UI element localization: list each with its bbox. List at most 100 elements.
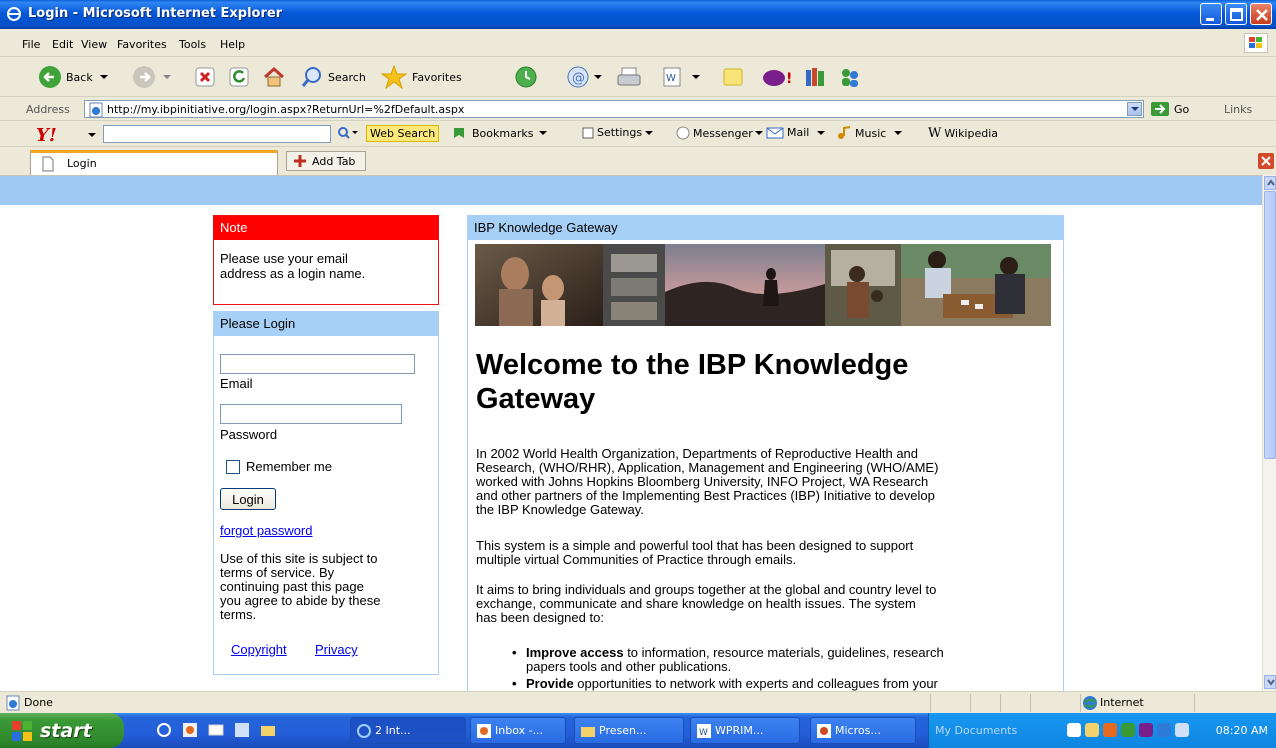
- scroll-up-button[interactable]: [1264, 176, 1276, 190]
- tray-yahoo-icon[interactable]: [1139, 723, 1153, 737]
- show-desktop-icon[interactable]: [208, 722, 224, 738]
- ie-icon[interactable]: [156, 722, 172, 738]
- maximize-button[interactable]: [1225, 3, 1247, 25]
- close-tab-button[interactable]: [1258, 153, 1274, 169]
- tray-outlook-icon[interactable]: [1067, 723, 1081, 737]
- mail-link[interactable]: Mail: [766, 126, 826, 139]
- note-line: Please use your email: [220, 251, 348, 266]
- remember-me-label[interactable]: Remember me: [246, 459, 332, 474]
- terms-line: terms of service. By: [220, 565, 335, 580]
- outlook-icon[interactable]: [182, 722, 198, 738]
- chevron-down-icon: [99, 75, 108, 79]
- close-button[interactable]: [1250, 3, 1272, 25]
- messenger-button[interactable]: [838, 64, 862, 90]
- minimize-button[interactable]: [1200, 3, 1222, 25]
- folder-icon[interactable]: [260, 722, 276, 738]
- paragraph-line: It aims to bring individuals and groups …: [476, 582, 937, 597]
- task-label: Presen...: [599, 724, 647, 737]
- menu-view[interactable]: View: [81, 38, 107, 51]
- refresh-button[interactable]: [228, 64, 250, 90]
- gateway-header: IBP Knowledge Gateway: [468, 216, 1063, 240]
- research-button[interactable]: [804, 64, 826, 90]
- forgot-password-link[interactable]: forgot password: [220, 523, 313, 538]
- vertical-scrollbar[interactable]: [1262, 175, 1276, 691]
- taskbar-wprim[interactable]: W WPRIM...: [690, 717, 800, 744]
- messenger-link[interactable]: Messenger: [676, 126, 763, 140]
- back-button[interactable]: Back: [38, 64, 109, 90]
- tray-messenger-icon[interactable]: [1121, 723, 1135, 737]
- settings-button[interactable]: Settings: [582, 126, 654, 139]
- password-input[interactable]: [220, 404, 402, 424]
- remember-me-checkbox[interactable]: [226, 460, 240, 474]
- privacy-link[interactable]: Privacy: [315, 642, 358, 657]
- wikipedia-link[interactable]: W Wikipedia: [928, 126, 998, 141]
- menu-help[interactable]: Help: [220, 38, 245, 51]
- history-icon: [515, 66, 537, 88]
- yahoo-messenger-button[interactable]: !: [762, 64, 798, 90]
- search-icon: [301, 67, 321, 87]
- scrollbar-thumb[interactable]: [1264, 191, 1276, 459]
- clock: 08:20 AM: [1215, 724, 1268, 737]
- print-button[interactable]: [616, 64, 642, 90]
- status-divider: [1000, 694, 1001, 712]
- chevron-down-icon[interactable]: [88, 130, 96, 140]
- address-dropdown-button[interactable]: [1127, 102, 1142, 116]
- menu-favorites[interactable]: Favorites: [117, 38, 167, 51]
- taskbar-microsoft[interactable]: Micros...: [810, 717, 916, 744]
- bullet-text: papers tools and other publications.: [526, 659, 732, 674]
- status-divider: [1030, 694, 1031, 712]
- history-button[interactable]: [514, 64, 538, 90]
- tray-mail-icon[interactable]: [1085, 723, 1099, 737]
- tray-office-icon[interactable]: [1103, 723, 1117, 737]
- yahoo-search-options[interactable]: [336, 126, 358, 140]
- links-button[interactable]: Links: [1224, 103, 1252, 116]
- paragraph-line: the IBP Knowledge Gateway.: [476, 502, 644, 517]
- menu-bar: File Edit View Favorites Tools Help: [0, 29, 1276, 57]
- banner-photo-strip: [475, 244, 1051, 326]
- yahoo-search-input[interactable]: [103, 125, 331, 143]
- bullet-text: to information, resource materials, guid…: [623, 645, 944, 660]
- discuss-button[interactable]: [722, 64, 744, 90]
- search-button[interactable]: Search: [300, 64, 366, 90]
- back-arrow-icon: [39, 66, 61, 88]
- mail-button[interactable]: @: [566, 64, 602, 90]
- tab-login[interactable]: Login: [30, 150, 278, 175]
- edit-button[interactable]: W: [662, 64, 700, 90]
- minimize-icon: [1206, 18, 1214, 21]
- stop-button[interactable]: [194, 64, 216, 90]
- tray-volume-icon[interactable]: [1175, 723, 1189, 737]
- paragraph-line: worked with Johns Hopkins Bloomberg Univ…: [476, 474, 929, 489]
- go-button[interactable]: Go: [1150, 101, 1189, 117]
- taskbar-inbox[interactable]: Inbox -...: [470, 717, 566, 744]
- forward-arrow-icon: [133, 66, 155, 88]
- page-title: Welcome to the IBP Knowledge Gateway: [476, 348, 1036, 416]
- back-label: Back: [66, 70, 93, 84]
- scroll-down-button[interactable]: [1264, 675, 1276, 689]
- task-label: 2 Int...: [375, 724, 411, 737]
- menu-file[interactable]: File: [22, 38, 40, 51]
- menu-tools[interactable]: Tools: [179, 38, 206, 51]
- task-label: Inbox -...: [495, 724, 544, 737]
- title-bar[interactable]: Login - Microsoft Internet Explorer: [0, 0, 1276, 29]
- media-icon[interactable]: [234, 722, 250, 738]
- copyright-link[interactable]: Copyright: [231, 642, 287, 657]
- taskbar-presentation[interactable]: Presen...: [574, 717, 684, 744]
- menu-edit[interactable]: Edit: [52, 38, 73, 51]
- music-link[interactable]: Music: [836, 126, 903, 140]
- chevron-down-icon: [817, 130, 826, 135]
- tray-network-icon[interactable]: [1157, 723, 1171, 737]
- favorites-button[interactable]: Favorites: [380, 64, 462, 90]
- start-button[interactable]: start: [0, 713, 124, 748]
- address-input[interactable]: http://my.ibpinitiative.org/login.aspx?R…: [84, 100, 1144, 118]
- home-button[interactable]: [262, 64, 286, 90]
- taskbar-ie-group[interactable]: 2 Int...: [350, 717, 466, 744]
- forward-button[interactable]: [132, 64, 172, 90]
- email-input[interactable]: [220, 354, 415, 374]
- favorites-star-icon: [380, 64, 408, 90]
- web-search-button[interactable]: Web Search: [366, 125, 440, 142]
- login-button[interactable]: Login: [220, 488, 276, 510]
- my-documents-toolbar[interactable]: My Documents: [935, 724, 1017, 737]
- bookmarks-button[interactable]: Bookmarks: [452, 126, 548, 140]
- yahoo-logo[interactable]: Y!: [36, 125, 57, 146]
- add-tab-button[interactable]: Add Tab: [286, 151, 366, 171]
